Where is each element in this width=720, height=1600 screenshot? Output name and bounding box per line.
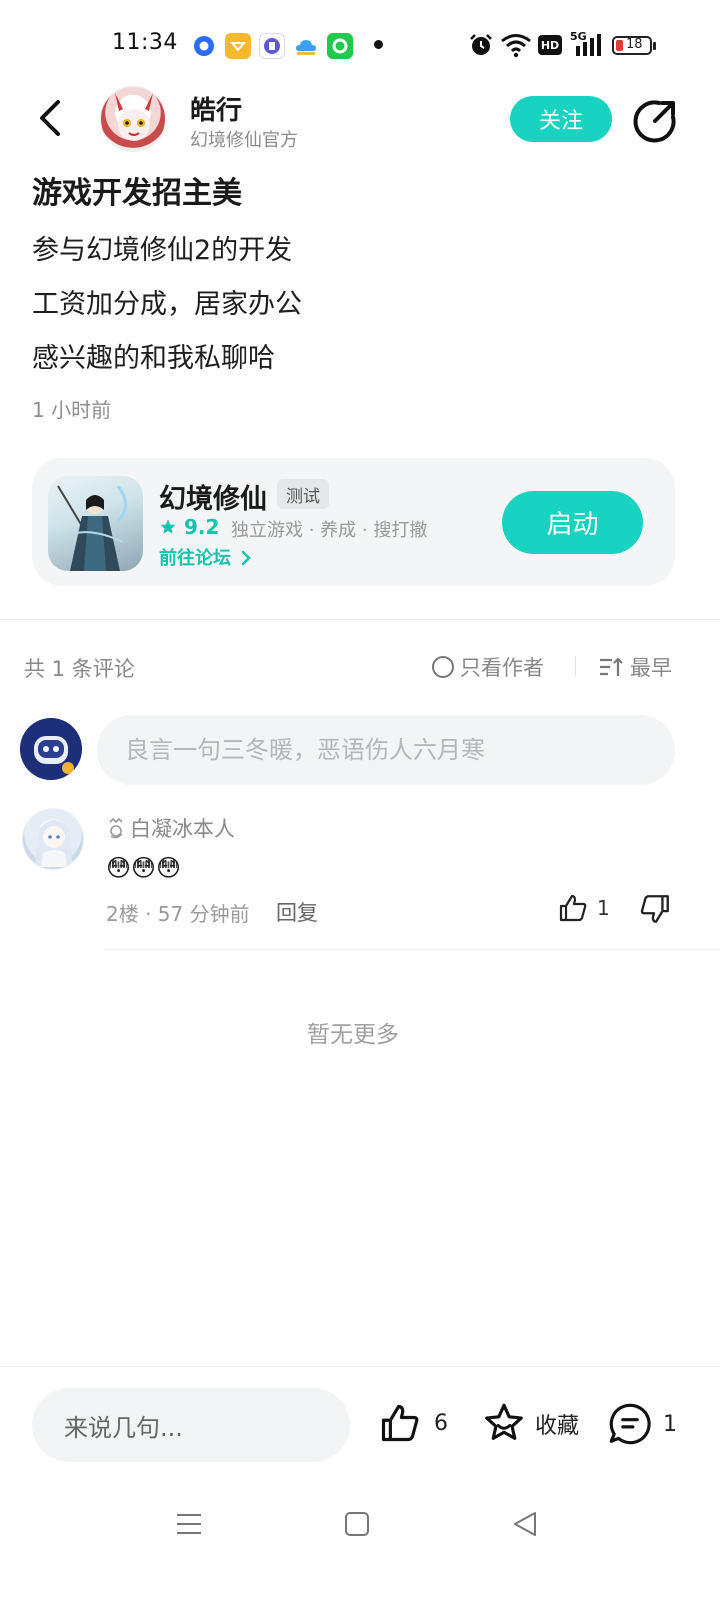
sort-icon xyxy=(600,657,623,676)
favorite-button[interactable]: 收藏 xyxy=(481,1401,579,1447)
author-only-label[interactable]: 只看作者 xyxy=(460,652,544,682)
author-subtitle: 幻境修仙官方 xyxy=(190,130,298,151)
thumbs-down-icon[interactable] xyxy=(638,892,672,926)
sort-label[interactable]: 最早 xyxy=(630,652,672,682)
author-name[interactable]: 皓行 xyxy=(190,90,242,127)
comment-like-count: 1 xyxy=(597,896,610,920)
signal-icon xyxy=(574,34,604,60)
yellow-diamond-app-icon xyxy=(225,33,251,59)
section-divider xyxy=(0,619,720,620)
post-line: 工资加分成，居家办公 xyxy=(32,289,302,320)
green-ring-app-icon xyxy=(327,33,353,59)
divider xyxy=(575,656,576,676)
bottom-comment-input[interactable]: 来说几句... xyxy=(32,1388,350,1462)
post-like-count: 6 xyxy=(434,1410,448,1436)
share-icon[interactable] xyxy=(632,98,678,144)
author-avatar[interactable] xyxy=(100,86,166,152)
comment-input[interactable] xyxy=(97,715,675,785)
star-icon xyxy=(160,519,176,534)
comment-like-button[interactable]: 1 xyxy=(557,892,610,924)
tie-app-icon xyxy=(259,33,285,59)
alarm-icon xyxy=(468,32,494,62)
game-genres: 独立游戏 · 养成 · 搜打撤 xyxy=(231,520,428,541)
battery-tip xyxy=(653,42,656,50)
comment-button[interactable]: 1 xyxy=(607,1401,677,1447)
post-line: 参与幻境修仙2的开发 xyxy=(32,235,293,266)
comment-count-badge: 1 xyxy=(663,1411,677,1437)
post-like-button[interactable]: 6 xyxy=(378,1401,448,1445)
chevron-right-icon xyxy=(242,550,252,566)
comment-count: 共 1 条评论 xyxy=(24,657,135,681)
favorite-label: 收藏 xyxy=(535,1414,580,1439)
comment-content: 😳😳😳 xyxy=(106,854,182,882)
post-time: 1 小时前 xyxy=(32,398,112,422)
game-name[interactable]: 幻境修仙 xyxy=(159,477,267,516)
bottom-bar-divider xyxy=(0,1366,720,1367)
notification-dot xyxy=(374,40,383,49)
nav-back-icon[interactable] xyxy=(511,1510,539,1542)
home-icon[interactable] xyxy=(344,1511,370,1541)
thumbs-up-icon[interactable] xyxy=(557,892,589,924)
hd-icon: HD xyxy=(538,35,562,55)
commenter-avatar[interactable] xyxy=(22,808,84,870)
cloud-app-icon xyxy=(293,33,319,59)
commenter-name-text[interactable]: 白凝冰本人 xyxy=(130,813,235,843)
status-time: 11:34 xyxy=(112,30,178,55)
back-icon[interactable] xyxy=(30,96,74,140)
no-more-text: 暂无更多 xyxy=(307,1022,399,1048)
radio-icon[interactable] xyxy=(432,656,454,678)
star-icon[interactable] xyxy=(481,1401,527,1447)
game-status-tag: 测试 xyxy=(277,479,329,509)
comment-dislike-button[interactable] xyxy=(638,892,672,930)
blue-circle-app-icon xyxy=(191,33,217,59)
post-title: 游戏开发招主美 xyxy=(32,176,242,211)
comment-meta: 2楼 · 57 分钟前 xyxy=(106,902,250,926)
comment-divider xyxy=(104,949,720,950)
author-only-toggle[interactable]: 只看作者 xyxy=(432,652,544,682)
battery-icon: 18 xyxy=(612,36,652,55)
crown-badge-icon xyxy=(109,817,123,839)
battery-level: 18 xyxy=(626,37,643,52)
follow-button[interactable]: 关注 xyxy=(510,96,612,142)
commenter-name[interactable]: 白凝冰本人 xyxy=(106,813,235,843)
thumbs-up-icon[interactable] xyxy=(378,1401,422,1445)
launch-button[interactable]: 启动 xyxy=(502,491,643,554)
game-icon[interactable] xyxy=(48,476,143,571)
sort-button[interactable]: 最早 xyxy=(598,652,672,682)
game-rating-value: 9.2 xyxy=(183,515,220,539)
game-forum-label[interactable]: 前往论坛 xyxy=(159,548,231,569)
my-avatar[interactable] xyxy=(20,718,82,780)
reply-button[interactable]: 回复 xyxy=(276,897,318,927)
menu-icon[interactable] xyxy=(176,1511,202,1541)
wifi-icon xyxy=(500,32,532,62)
game-forum-link[interactable]: 前往论坛 xyxy=(159,544,253,570)
post-line: 感兴趣的和我私聊哈 xyxy=(32,343,275,374)
comment-bubble-icon[interactable] xyxy=(607,1401,653,1447)
game-rating: 9.2 xyxy=(159,515,219,539)
